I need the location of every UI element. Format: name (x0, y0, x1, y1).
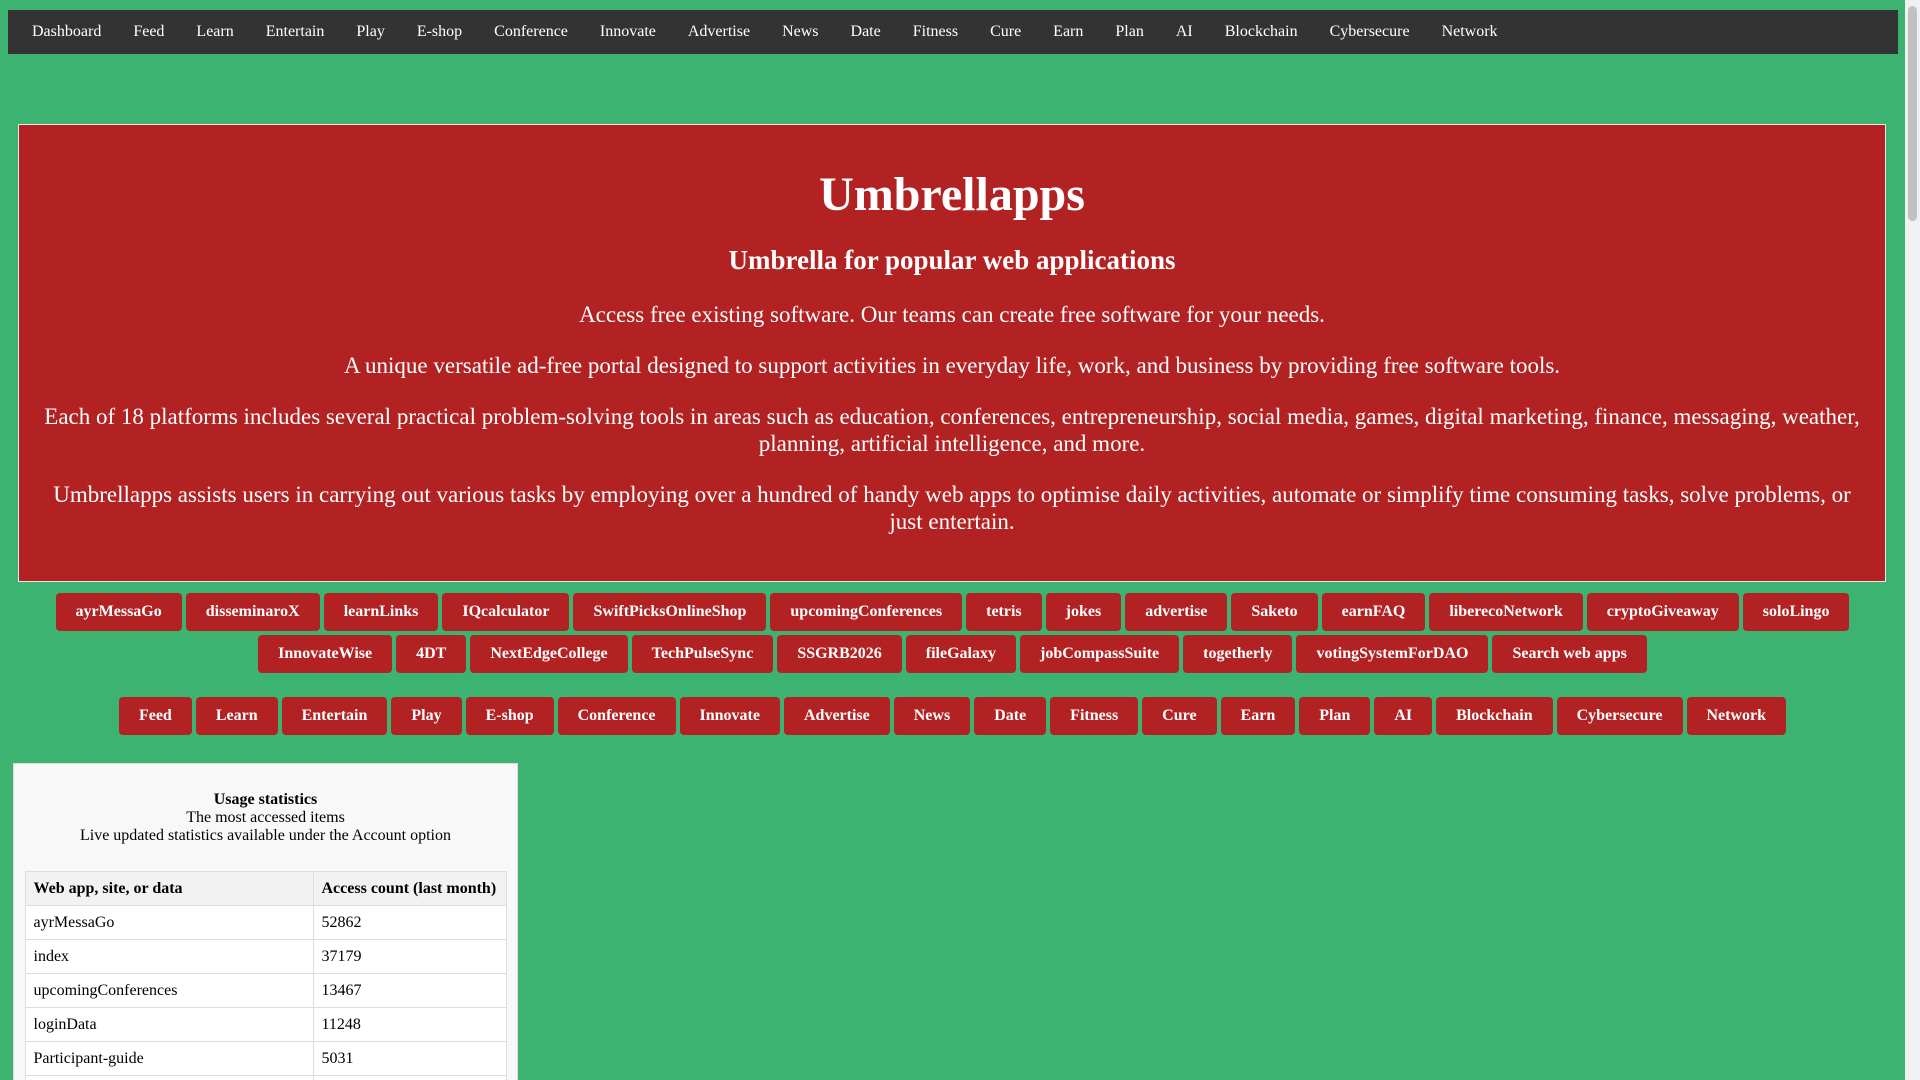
app-button-jokes[interactable]: jokes (1045, 593, 1122, 631)
app-button-sololingo[interactable]: soloLingo (1742, 593, 1850, 631)
category-button-earn[interactable]: Earn (1220, 697, 1296, 735)
category-button-cybersecure[interactable]: Cybersecure (1556, 697, 1683, 735)
app-button-iqcalculator[interactable]: IQcalculator (442, 593, 570, 631)
category-button-conference[interactable]: Conference (557, 697, 676, 735)
usage-statistics-panel: Usage statistics The most accessed items… (13, 763, 518, 1080)
category-button-blockchain[interactable]: Blockchain (1436, 697, 1553, 735)
app-button-nextedgecollege[interactable]: NextEdgeCollege (470, 635, 628, 673)
intro-paragraph-3: Each of 18 platforms includes several pr… (44, 404, 1860, 456)
nav-link-advertise[interactable]: Advertise (672, 10, 766, 54)
category-button-feed[interactable]: Feed (118, 697, 192, 735)
cell-access-count (312, 1075, 507, 1080)
table-row: index 37179 (24, 939, 507, 974)
site-title: Umbrellapps (819, 168, 1085, 221)
app-button-saketo[interactable]: Saketo (1231, 593, 1318, 631)
category-button-advertise[interactable]: Advertise (783, 697, 890, 735)
app-button-techpulsesync[interactable]: TechPulseSync (631, 635, 774, 673)
category-button-fitness[interactable]: Fitness (1050, 697, 1139, 735)
search-web-apps-button[interactable]: Search web apps (1492, 635, 1647, 673)
category-button-plan[interactable]: Plan (1299, 697, 1371, 735)
column-header-count: Access count (last month) (312, 871, 507, 906)
nav-link-network[interactable]: Network (1426, 10, 1514, 54)
nav-link-news[interactable]: News (766, 10, 834, 54)
cell-item-name (24, 1075, 314, 1080)
cell-item-name: upcomingConferences (24, 973, 314, 1008)
app-button-libereconetwork[interactable]: liberecoNetwork (1429, 593, 1583, 631)
nav-link-entertain[interactable]: Entertain (250, 10, 341, 54)
site-subtitle: Umbrella for popular web applications (728, 245, 1176, 275)
stats-subtitle: The most accessed items (186, 809, 345, 826)
app-button-advertise[interactable]: advertise (1125, 593, 1228, 631)
app-button-learnlinks[interactable]: learnLinks (323, 593, 439, 631)
nav-link-play[interactable]: Play (340, 10, 400, 54)
app-button-swiftpicksonlineshop[interactable]: SwiftPicksOnlineShop (573, 593, 767, 631)
app-button-ssgrb2026[interactable]: SSGRB2026 (777, 635, 902, 673)
stats-header-row: Web app, site, or data Access count (las… (24, 871, 507, 906)
app-button-togetherly[interactable]: togetherly (1183, 635, 1293, 673)
scrollbar-thumb[interactable] (1908, 6, 1917, 221)
app-button-upcomingconferences[interactable]: upcomingConferences (770, 593, 963, 631)
app-button-votingsystemfordao[interactable]: votingSystemForDAO (1296, 635, 1489, 673)
nav-link-feed[interactable]: Feed (117, 10, 180, 54)
category-button-play[interactable]: Play (391, 697, 462, 735)
cell-item-name: index (24, 939, 314, 974)
intro-paragraph-1: Access free existing software. Our teams… (579, 302, 1325, 327)
cell-access-count: 52862 (312, 905, 507, 940)
app-button-earnfaq[interactable]: earnFAQ (1321, 593, 1426, 631)
nav-link-learn[interactable]: Learn (180, 10, 249, 54)
category-button-entertain[interactable]: Entertain (281, 697, 388, 735)
stats-title: Usage statistics (213, 791, 318, 808)
category-button-news[interactable]: News (893, 697, 971, 735)
nav-link-e-shop[interactable]: E-shop (401, 10, 478, 54)
cell-item-name: Participant-guide (24, 1041, 314, 1076)
app-button-filegalaxy[interactable]: fileGalaxy (905, 635, 1016, 673)
nav-link-innovate[interactable]: Innovate (584, 10, 672, 54)
nav-link-plan[interactable]: Plan (1099, 10, 1159, 54)
category-button-learn[interactable]: Learn (195, 697, 278, 735)
table-row: ayrMessaGo 52862 (24, 905, 507, 940)
app-button-innovatewise[interactable]: InnovateWise (258, 635, 393, 673)
app-button-tetris[interactable]: tetris (966, 593, 1042, 631)
table-row: upcomingConferences 13467 (24, 973, 507, 1008)
category-button-cure[interactable]: Cure (1142, 697, 1217, 735)
nav-link-cybersecure[interactable]: Cybersecure (1314, 10, 1426, 54)
nav-link-cure[interactable]: Cure (974, 10, 1037, 54)
app-button-cryptogiveaway[interactable]: cryptoGiveaway (1586, 593, 1739, 631)
nav-link-ai[interactable]: AI (1160, 10, 1209, 54)
category-button-innovate[interactable]: Innovate (679, 697, 780, 735)
table-row: loginData 11248 (24, 1007, 507, 1042)
nav-link-earn[interactable]: Earn (1037, 10, 1099, 54)
nav-link-fitness[interactable]: Fitness (897, 10, 974, 54)
nav-link-date[interactable]: Date (835, 10, 897, 54)
category-buttons: Feed Learn Entertain Play E-shop Conference In… (0, 697, 1905, 735)
table-row: Participant-guide 5031 (24, 1041, 507, 1076)
app-button-disseminarox[interactable]: disseminaroX (185, 593, 320, 631)
nav-link-conference[interactable]: Conference (478, 10, 584, 54)
nav-link-blockchain[interactable]: Blockchain (1209, 10, 1314, 54)
column-header-item: Web app, site, or data (24, 871, 314, 906)
stats-note: Live updated statistics available under … (79, 827, 451, 844)
category-button-ai[interactable]: AI (1374, 697, 1433, 735)
cell-item-name: ayrMessaGo (24, 905, 314, 940)
stats-table: Web app, site, or data Access count (las… (24, 871, 507, 1080)
top-navigation-bar: Dashboard Feed Learn Entertain Play E-shop Con… (8, 10, 1898, 54)
web-app-buttons: ayrMessaGo disseminaroX learnLinks IQcalcul… (0, 593, 1905, 673)
cell-access-count: 13467 (312, 973, 507, 1008)
intro-paragraph-2: A unique versatile ad-free portal design… (343, 353, 1561, 378)
vertical-scrollbar[interactable] (1905, 0, 1920, 1080)
category-button-date[interactable]: Date (974, 697, 1047, 735)
app-button-ayrmessago[interactable]: ayrMessaGo (55, 593, 182, 631)
app-button-4dt[interactable]: 4DT (396, 635, 467, 673)
nav-link-dashboard[interactable]: Dashboard (16, 10, 117, 54)
cell-access-count: 37179 (312, 939, 507, 974)
cell-item-name: loginData (24, 1007, 314, 1042)
hero-panel: Umbrellapps Umbrella for popular web app… (18, 124, 1886, 582)
app-button-jobcompasssuite[interactable]: jobCompassSuite (1020, 635, 1180, 673)
category-button-network[interactable]: Network (1686, 697, 1787, 735)
category-button-e-shop[interactable]: E-shop (465, 697, 554, 735)
table-row (24, 1075, 507, 1080)
cell-access-count: 11248 (312, 1007, 507, 1042)
cell-access-count: 5031 (312, 1041, 507, 1076)
intro-paragraph-4: Umbrellapps assists users in carrying ou… (53, 482, 1851, 534)
